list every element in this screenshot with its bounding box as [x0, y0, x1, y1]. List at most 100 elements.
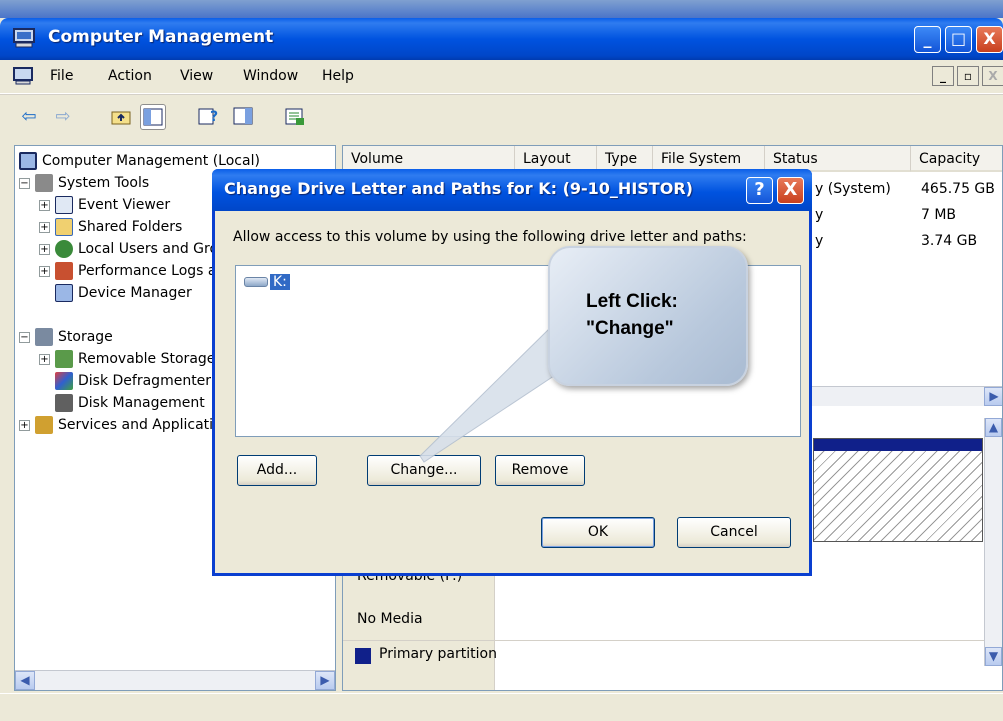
row-status: y: [815, 207, 824, 223]
disk-vertical-scrollbar[interactable]: ▲ ▼: [984, 418, 1002, 666]
tree-item-shared-folders[interactable]: + Shared Folders: [39, 216, 182, 238]
expand-icon[interactable]: +: [39, 265, 50, 277]
tree-item-label: Device Manager: [78, 285, 192, 301]
scroll-down-icon[interactable]: ▼: [985, 647, 1002, 666]
title-bar[interactable]: Computer Management _ □ X: [0, 18, 1003, 60]
expand-icon[interactable]: +: [39, 353, 50, 365]
menu-file[interactable]: File: [50, 68, 73, 84]
up-folder-icon[interactable]: [108, 104, 134, 130]
instruction-callout: Left Click: "Change": [548, 246, 748, 386]
menu-bar: File Action View Window Help _ ▫ X: [0, 60, 1003, 94]
minimize-button[interactable]: _: [914, 26, 941, 53]
ok-button[interactable]: OK: [541, 517, 655, 548]
tree-item-system-tools[interactable]: − System Tools: [19, 172, 149, 194]
performance-icon: [55, 262, 73, 280]
tree-item-label: Disk Management: [78, 395, 205, 411]
expand-icon[interactable]: +: [19, 419, 30, 431]
child-minimize-button[interactable]: _: [932, 66, 954, 86]
remove-button[interactable]: Remove: [495, 455, 585, 486]
row-status: y (System): [815, 181, 891, 197]
expand-icon[interactable]: +: [39, 199, 50, 211]
expand-icon[interactable]: +: [39, 221, 50, 233]
tree-item-storage[interactable]: − Storage: [19, 326, 113, 348]
computer-icon: [19, 152, 37, 170]
status-bar: [0, 693, 1003, 721]
collapse-icon[interactable]: −: [19, 177, 30, 189]
row-capacity: 3.74 GB: [921, 233, 978, 249]
change-button[interactable]: Change...: [367, 455, 481, 486]
tree-item-disk-defragmenter[interactable]: Disk Defragmenter: [55, 370, 211, 392]
users-icon: [55, 240, 73, 258]
tree-item-label: Removable Storage: [78, 351, 216, 367]
tools-icon: [35, 174, 53, 192]
close-button[interactable]: X: [976, 26, 1003, 53]
tree-item-device-manager[interactable]: Device Manager: [55, 282, 192, 304]
collapse-icon[interactable]: −: [19, 331, 30, 343]
cancel-button[interactable]: Cancel: [677, 517, 791, 548]
no-media-label: No Media: [357, 611, 423, 627]
row-status: y: [815, 233, 824, 249]
tree-horizontal-scrollbar[interactable]: ◀ ▶: [15, 670, 335, 690]
defrag-icon: [55, 372, 73, 390]
tree-item-label: Services and Applications: [58, 417, 238, 433]
callout-text: Left Click: "Change": [586, 291, 678, 339]
forward-arrow-icon[interactable]: ⇨: [50, 104, 76, 130]
legend-bar: Primary partition: [343, 640, 986, 670]
tree-item-event-viewer[interactable]: + Event Viewer: [39, 194, 170, 216]
tree-item-label: Shared Folders: [78, 219, 183, 235]
computer-management-icon: [13, 28, 35, 48]
window-title: Computer Management: [48, 27, 274, 47]
dialog-instruction: Allow access to this volume by using the…: [233, 229, 747, 245]
back-arrow-icon[interactable]: ⇦: [16, 104, 42, 130]
scroll-right-icon[interactable]: ▶: [984, 387, 1002, 406]
drive-icon: [244, 277, 268, 287]
properties-panel-icon[interactable]: [230, 104, 256, 130]
menu-action[interactable]: Action: [108, 68, 152, 84]
menu-help[interactable]: Help: [322, 68, 354, 84]
add-button[interactable]: Add...: [237, 455, 317, 486]
export-list-icon[interactable]: [282, 104, 308, 130]
expand-icon[interactable]: +: [39, 243, 50, 255]
event-viewer-icon: [55, 196, 73, 214]
toolbar: ⇦ ⇨ ?: [0, 94, 1003, 139]
scroll-right-icon[interactable]: ▶: [315, 671, 335, 690]
row-capacity: 7 MB: [921, 207, 957, 223]
list-item[interactable]: K:: [244, 274, 290, 290]
tree-item-label: Computer Management (Local): [42, 153, 260, 169]
dialog-help-button[interactable]: ?: [746, 177, 773, 204]
background-strip: [0, 0, 1003, 18]
dialog-title-bar[interactable]: Change Drive Letter and Paths for K: (9-…: [212, 169, 812, 211]
dialog-close-button[interactable]: X: [777, 177, 804, 204]
column-header-capacity[interactable]: Capacity: [911, 146, 1002, 172]
maximize-button[interactable]: □: [945, 26, 972, 53]
tree-item-disk-management[interactable]: Disk Management: [55, 392, 205, 414]
shared-folder-icon: [55, 218, 73, 236]
partition-bar[interactable]: [813, 438, 983, 542]
svg-text:?: ?: [210, 109, 218, 125]
dialog-title: Change Drive Letter and Paths for K: (9-…: [224, 179, 693, 198]
show-hide-tree-icon[interactable]: [140, 104, 166, 130]
tree-item-label: Event Viewer: [78, 197, 171, 213]
console-icon: [13, 67, 33, 85]
child-restore-button[interactable]: ▫: [957, 66, 979, 86]
drive-letter-entry: K:: [270, 274, 290, 290]
tree-item-removable-storage[interactable]: + Removable Storage: [39, 348, 215, 370]
child-close-button[interactable]: X: [982, 66, 1003, 86]
scroll-left-icon[interactable]: ◀: [15, 671, 35, 690]
primary-partition-swatch: [355, 648, 371, 664]
legend-primary-partition: Primary partition: [379, 646, 497, 662]
tree-item-label: System Tools: [58, 175, 150, 191]
services-icon: [35, 416, 53, 434]
partition-header: [814, 439, 982, 451]
menu-window[interactable]: Window: [243, 68, 298, 84]
tree-item-services-applications[interactable]: + Services and Applications: [19, 414, 238, 436]
storage-icon: [35, 328, 53, 346]
menu-view[interactable]: View: [180, 68, 213, 84]
row-capacity: 465.75 GB: [921, 181, 995, 197]
help-icon[interactable]: ?: [196, 104, 222, 130]
device-manager-icon: [55, 284, 73, 302]
tree-item-label: Storage: [58, 329, 113, 345]
scroll-up-icon[interactable]: ▲: [985, 418, 1002, 437]
tree-item-label: Disk Defragmenter: [78, 373, 212, 389]
removable-storage-icon: [55, 350, 73, 368]
